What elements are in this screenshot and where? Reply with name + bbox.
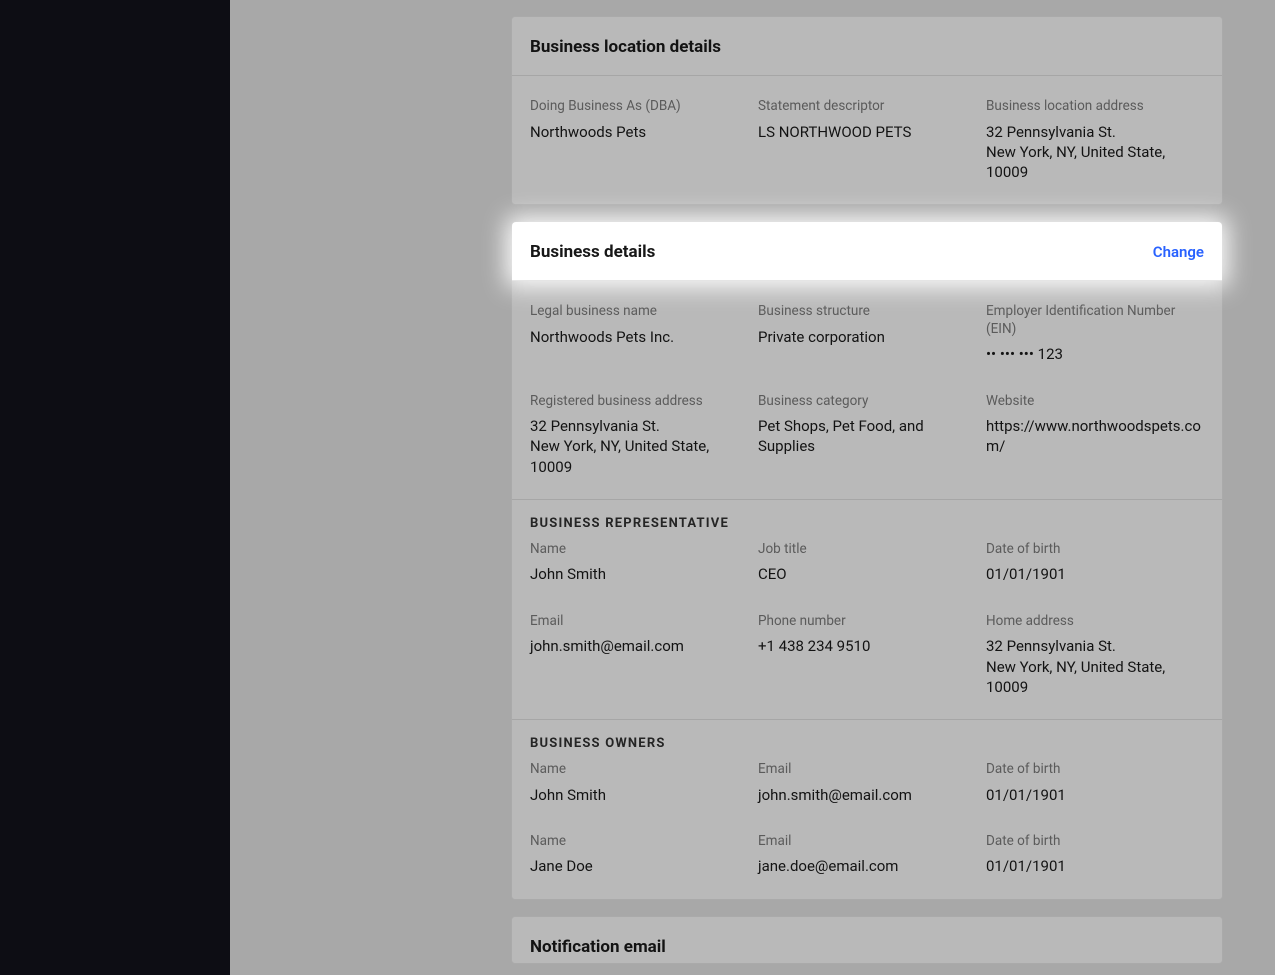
field-category: Business category Pet Shops, Pet Food, a…: [758, 393, 976, 477]
field-value: 32 Pennsylvania St. New York, NY, United…: [530, 416, 748, 477]
field-owner-dob: Date of birth 01/01/1901: [986, 833, 1204, 877]
card-header-highlight: Business details Change: [512, 222, 1222, 281]
field-value: CEO: [758, 564, 976, 584]
field-label: Date of birth: [986, 541, 1204, 559]
field-owner-dob: Date of birth 01/01/1901: [986, 761, 1204, 805]
field-label: Legal business name: [530, 303, 748, 321]
owner-row: Name Jane Doe Email jane.doe@email.com D…: [530, 833, 1204, 877]
field-label: Job title: [758, 541, 976, 559]
field-value: 01/01/1901: [986, 564, 1204, 584]
card-title: Business location details: [530, 37, 721, 57]
field-label: Email: [530, 613, 748, 631]
field-label: Business location address: [986, 98, 1204, 116]
field-value: +1 438 234 9510: [758, 636, 976, 656]
field-label: Phone number: [758, 613, 976, 631]
field-label: Home address: [986, 613, 1204, 631]
business-representative-section: BUSINESS REPRESENTATIVE Name John Smith …: [512, 499, 1222, 719]
card-body: Doing Business As (DBA) Northwoods Pets …: [512, 76, 1222, 204]
field-value: 32 Pennsylvania St. New York, NY, United…: [986, 122, 1204, 183]
field-label: Doing Business As (DBA): [530, 98, 748, 116]
address-line1: 32 Pennsylvania St.: [530, 417, 660, 435]
field-value: 32 Pennsylvania St. New York, NY, United…: [986, 636, 1204, 697]
field-label: Business category: [758, 393, 976, 411]
field-value: john.smith@email.com: [530, 636, 748, 656]
section-title: BUSINESS REPRESENTATIVE: [530, 516, 1204, 531]
field-rep-job: Job title CEO: [758, 541, 976, 585]
field-value: Private corporation: [758, 327, 976, 347]
card-header: Business location details: [512, 17, 1222, 76]
business-owners-section: BUSINESS OWNERS Name John Smith Email jo…: [512, 719, 1222, 899]
section-title: BUSINESS OWNERS: [530, 736, 1204, 751]
field-rep-name: Name John Smith: [530, 541, 748, 585]
field-label: Website: [986, 393, 1204, 411]
card-title: Business details: [530, 242, 655, 262]
field-value: John Smith: [530, 564, 748, 584]
field-label: Email: [758, 833, 976, 851]
field-structure: Business structure Private corporation: [758, 303, 976, 364]
field-dba: Doing Business As (DBA) Northwoods Pets: [530, 98, 748, 182]
field-label: Email: [758, 761, 976, 779]
owner-row: Name John Smith Email john.smith@email.c…: [530, 761, 1204, 805]
field-registered-address: Registered business address 32 Pennsylva…: [530, 393, 748, 477]
field-label: Date of birth: [986, 761, 1204, 779]
field-owner-email: Email jane.doe@email.com: [758, 833, 976, 877]
field-label: Statement descriptor: [758, 98, 976, 116]
field-rep-home: Home address 32 Pennsylvania St. New Yor…: [986, 613, 1204, 697]
field-label: Name: [530, 833, 748, 851]
field-business-location-address: Business location address 32 Pennsylvani…: [986, 98, 1204, 182]
field-label: Name: [530, 761, 748, 779]
field-owner-email: Email john.smith@email.com: [758, 761, 976, 805]
field-statement-descriptor: Statement descriptor LS NORTHWOOD PETS: [758, 98, 976, 182]
field-rep-dob: Date of birth 01/01/1901: [986, 541, 1204, 585]
field-rep-phone: Phone number +1 438 234 9510: [758, 613, 976, 697]
change-button[interactable]: Change: [1153, 243, 1204, 261]
card-header: Notification email: [512, 917, 1222, 963]
field-value: 01/01/1901: [986, 785, 1204, 805]
field-owner-name: Name John Smith: [530, 761, 748, 805]
field-label: Employer Identification Number (EIN): [986, 303, 1204, 338]
field-value: jane.doe@email.com: [758, 856, 976, 876]
content-area: Business location details Doing Business…: [230, 0, 1275, 975]
address-line2: New York, NY, United State, 10009: [530, 437, 709, 475]
field-value: https://www.northwoodspets.com/: [986, 416, 1204, 457]
field-owner-name: Name Jane Doe: [530, 833, 748, 877]
field-label: Registered business address: [530, 393, 748, 411]
field-value: Pet Shops, Pet Food, and Supplies: [758, 416, 976, 457]
field-value: 01/01/1901: [986, 856, 1204, 876]
field-legal-name: Legal business name Northwoods Pets Inc.: [530, 303, 748, 364]
field-website: Website https://www.northwoodspets.com/: [986, 393, 1204, 477]
field-value: Northwoods Pets: [530, 122, 748, 142]
field-ein: Employer Identification Number (EIN) •• …: [986, 303, 1204, 364]
field-value: Northwoods Pets Inc.: [530, 327, 748, 347]
field-label: Name: [530, 541, 748, 559]
address-line2: New York, NY, United State, 10009: [986, 143, 1165, 181]
business-details-card: Business details Change Legal business n…: [511, 221, 1223, 899]
field-value: john.smith@email.com: [758, 785, 976, 805]
address-line1: 32 Pennsylvania St.: [986, 123, 1116, 141]
sidebar: [0, 0, 230, 975]
card-title: Notification email: [530, 937, 666, 957]
field-label: Business structure: [758, 303, 976, 321]
field-rep-email: Email john.smith@email.com: [530, 613, 748, 697]
notification-email-card: Notification email: [511, 916, 1223, 964]
field-value: •• ••• ••• 123: [986, 344, 1204, 364]
field-label: Date of birth: [986, 833, 1204, 851]
card-body: Legal business name Northwoods Pets Inc.…: [512, 281, 1222, 499]
business-location-card: Business location details Doing Business…: [511, 16, 1223, 205]
field-value: Jane Doe: [530, 856, 748, 876]
field-value: LS NORTHWOOD PETS: [758, 122, 976, 142]
address-line2: New York, NY, United State, 10009: [986, 658, 1165, 696]
field-value: John Smith: [530, 785, 748, 805]
address-line1: 32 Pennsylvania St.: [986, 637, 1116, 655]
